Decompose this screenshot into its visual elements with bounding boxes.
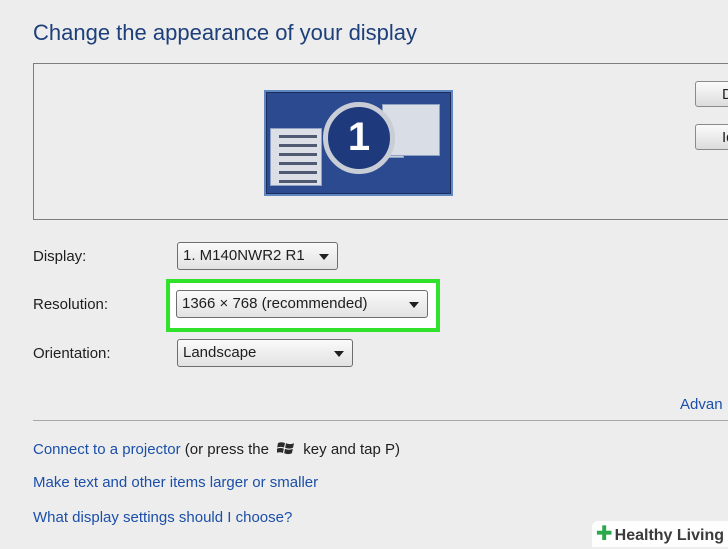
orientation-value: Landscape bbox=[183, 344, 257, 361]
advanced-settings-link[interactable]: Advan bbox=[680, 396, 723, 413]
identify-button[interactable]: Id bbox=[695, 124, 728, 150]
connect-projector-link[interactable]: Connect to a projector bbox=[33, 441, 181, 458]
chevron-down-icon bbox=[409, 302, 419, 308]
display-value: 1. M140NWR2 R1 bbox=[183, 247, 305, 264]
watermark: ✚ Healthy Living bbox=[591, 521, 728, 547]
display-label: Display: bbox=[33, 248, 87, 265]
display-settings-help-link[interactable]: What display settings should I choose? bbox=[33, 509, 292, 526]
monitor-number-badge: 1 bbox=[323, 102, 395, 174]
chevron-down-icon bbox=[319, 254, 329, 260]
text-size-link[interactable]: Make text and other items larger or smal… bbox=[33, 474, 318, 491]
detect-button[interactable]: D bbox=[695, 81, 728, 107]
display-dropdown[interactable]: 1. M140NWR2 R1 bbox=[177, 242, 338, 270]
projector-hint-text-2: key and tap P) bbox=[299, 441, 401, 458]
orientation-label: Orientation: bbox=[33, 345, 111, 362]
resolution-value: 1366 × 768 (recommended) bbox=[182, 295, 368, 312]
projector-hint-text: (or press the bbox=[180, 441, 269, 458]
resolution-label: Resolution: bbox=[33, 296, 109, 313]
orientation-dropdown[interactable]: Landscape bbox=[177, 339, 353, 367]
plus-cross-icon: ✚ bbox=[595, 523, 613, 545]
chevron-down-icon bbox=[334, 351, 344, 357]
resolution-dropdown[interactable]: 1366 × 768 (recommended) bbox=[176, 290, 428, 318]
windows-logo-icon bbox=[277, 442, 295, 455]
divider bbox=[33, 420, 728, 421]
watermark-text: Healthy Living bbox=[614, 527, 724, 544]
projector-line: Connect to a projector (or press the key… bbox=[33, 440, 400, 458]
window-thumbnail bbox=[270, 128, 322, 186]
page-title: Change the appearance of your display bbox=[33, 20, 418, 45]
monitor-1-thumbnail[interactable]: 1 bbox=[264, 90, 453, 196]
